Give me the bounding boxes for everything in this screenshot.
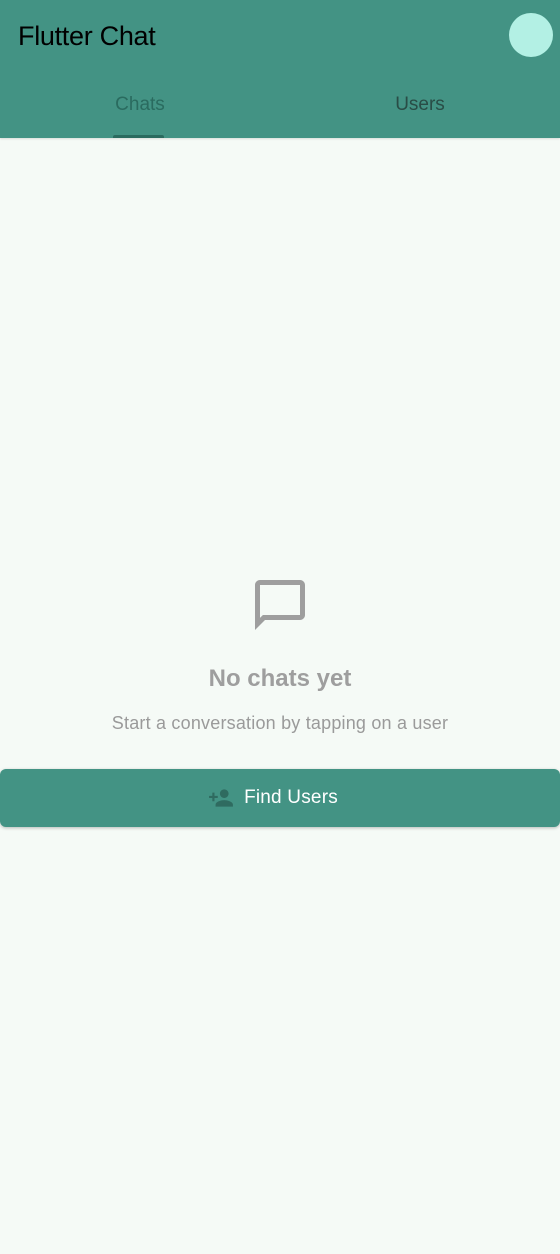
empty-state-subtitle: Start a conversation by tapping on a use… [111, 713, 449, 733]
find-users-label: Find Users [244, 787, 338, 808]
app-title: Flutter Chat [18, 21, 156, 51]
tab-users[interactable]: Users [280, 78, 560, 138]
user-avatar[interactable] [509, 13, 553, 57]
tab-users-label: Users [395, 94, 445, 115]
tab-selected-indicator [113, 135, 164, 138]
person-add-icon [209, 789, 233, 807]
empty-state-title: No chats yet [208, 665, 352, 692]
tab-chats[interactable]: Chats [0, 78, 280, 138]
tab-bar: Chats Users [0, 78, 560, 138]
app-bar: Flutter Chat Chats Users [0, 0, 560, 138]
find-users-button[interactable]: Find Users [0, 769, 560, 827]
chat-bubble-outline-icon [255, 580, 305, 630]
tab-chats-label: Chats [115, 94, 165, 115]
